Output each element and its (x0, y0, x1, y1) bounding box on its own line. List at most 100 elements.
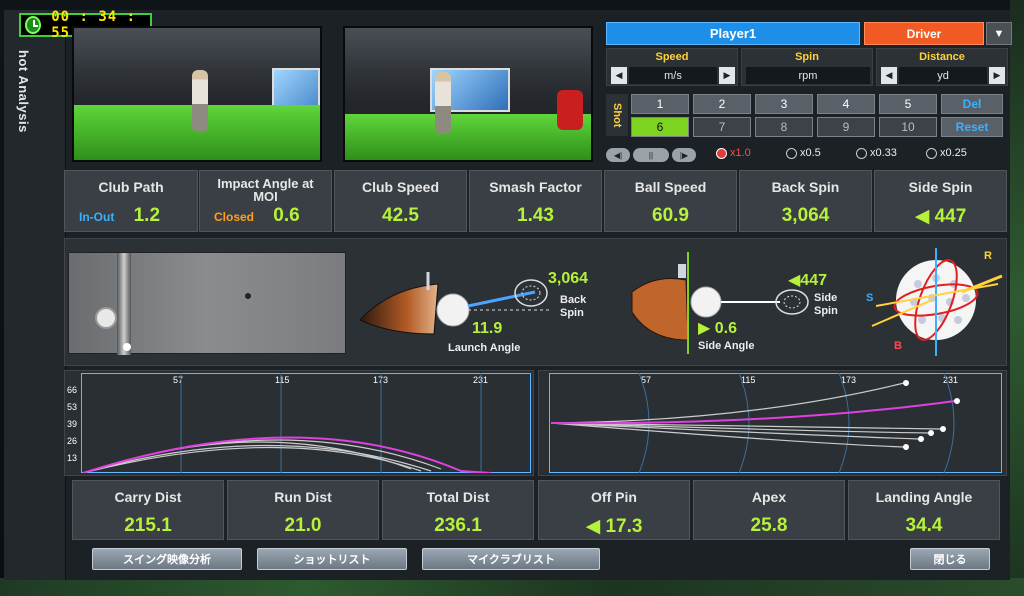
shot-label: Shot (606, 94, 628, 136)
stat-apex: Apex 25.8 (693, 480, 845, 540)
launch-angle-label: Launch Angle (448, 342, 521, 354)
stat-value: ◀ 447 (914, 206, 967, 227)
swing-video-rear[interactable] (343, 26, 593, 162)
speed-option-4[interactable]: x0.25 (926, 147, 967, 159)
stat-value: 1.2 (133, 205, 161, 226)
stat-label: Back Spin (771, 179, 840, 195)
spin-axis-ball-svg (871, 248, 1003, 356)
spin-unit-selector: Spin rpm (741, 48, 873, 86)
spin-axis-b-label: B (894, 340, 902, 352)
stat-carry-dist: Carry Dist 215.1 (72, 480, 224, 540)
shot-button-7[interactable]: 7 (693, 117, 751, 137)
distance-unit-label: Distance (919, 51, 965, 63)
distance-next-icon[interactable]: ▶ (989, 67, 1005, 84)
side-spin-label: Side Spin (814, 292, 838, 317)
playback-controls: ◀| || |▶ (606, 147, 696, 163)
stat-value: 60.9 (652, 205, 689, 226)
club-button[interactable]: Driver (864, 22, 984, 45)
side-trajectory-svg (82, 373, 492, 473)
speed-prev-icon[interactable]: ◀ (611, 67, 627, 84)
background-grass-right (1010, 0, 1024, 596)
side-y-tick: 39 (67, 419, 78, 429)
speed-option-2[interactable]: x0.5 (786, 147, 821, 159)
stat-label: Club Path (98, 179, 164, 195)
distance-unit-value: yd (899, 67, 987, 84)
stat-smash-factor: Smash Factor 1.43 (469, 170, 602, 232)
shot-button-6[interactable]: 6 (631, 117, 689, 137)
top-trajectory-svg (550, 373, 960, 473)
spin-axis-r-label: R (984, 250, 992, 262)
player-button[interactable]: Player1 (606, 22, 860, 45)
forward-icon[interactable]: |▶ (672, 148, 696, 162)
stat-label: Carry Dist (114, 489, 182, 505)
swing-video-side[interactable] (72, 26, 322, 162)
stat-club-path: Club Path In-Out 1.2 (64, 170, 198, 232)
close-button[interactable]: 閉じる (910, 548, 990, 570)
impact-back-spin-value: 3,064 (548, 270, 589, 287)
shot-button-3[interactable]: 3 (755, 94, 813, 114)
impact-angle-direction: Closed (214, 210, 255, 224)
side-trajectory-chart: 57 115 173 231 66 53 39 26 13 (64, 370, 534, 476)
club-dropdown-icon[interactable]: ▼ (986, 22, 1012, 45)
stat-total-dist: Total Dist 236.1 (382, 480, 534, 540)
shot-button-5[interactable]: 5 (879, 94, 937, 114)
shot-list-button[interactable]: ショットリスト (257, 548, 407, 570)
speed-unit-selector: Speed ◀ m/s ▶ (606, 48, 738, 86)
club-path-direction: In-Out (79, 210, 115, 224)
side-y-tick: 26 (67, 436, 78, 446)
my-club-list-button[interactable]: マイクラブリスト (422, 548, 600, 570)
stat-label: Side Spin (908, 179, 973, 195)
speed-option-1[interactable]: x1.0 (716, 147, 751, 159)
stat-value: 21.0 (284, 515, 322, 536)
shot-button-10[interactable]: 10 (879, 117, 937, 137)
rewind-icon[interactable]: ◀| (606, 148, 630, 162)
launch-angle-value: 11.9 (472, 320, 503, 337)
stat-label: Ball Speed (634, 179, 707, 195)
spin-axis-s-label: S (866, 292, 874, 304)
spin-axis-diagram: R S B (862, 244, 1004, 360)
speed-unit-value: m/s (629, 67, 717, 84)
shot-button-1[interactable]: 1 (631, 94, 689, 114)
top-trajectory-chart: 57 115 173 231 (538, 370, 1007, 476)
stat-value: 236.1 (434, 515, 482, 536)
distance-unit-selector: Distance ◀ yd ▶ (876, 48, 1008, 86)
radio-selected-icon (716, 147, 727, 159)
side-strip: hot Analysis (4, 10, 66, 580)
speed-unit-label: Speed (655, 51, 689, 63)
shot-button-2[interactable]: 2 (693, 94, 751, 114)
delete-button[interactable]: Del (941, 94, 1003, 114)
speed-next-icon[interactable]: ▶ (719, 67, 735, 84)
speed-option-3[interactable]: x0.33 (856, 147, 897, 159)
stat-value: 0.6 (273, 205, 300, 226)
stat-label: Total Dist (426, 489, 490, 505)
stat-label: Impact Angle at MOI (217, 176, 314, 204)
shot-button-4[interactable]: 4 (817, 94, 875, 114)
launch-angle-diagram: 3,064 Back Spin 11.9 Launch Angle (350, 242, 595, 360)
stat-club-speed: Club Speed 42.5 (334, 170, 467, 232)
stat-value: 3,064 (781, 205, 830, 226)
shot-button-8[interactable]: 8 (755, 117, 813, 137)
side-angle-label: Side Angle (698, 340, 755, 352)
spin-unit-label: Spin (795, 51, 819, 63)
radio-icon (786, 147, 797, 159)
speed-option-label: x0.33 (870, 147, 897, 159)
swing-video-analysis-button[interactable]: スイング映像分析 (92, 548, 242, 570)
stat-value: 34.4 (905, 515, 943, 536)
stat-label: Apex (751, 489, 787, 505)
stat-ball-speed: Ball Speed 60.9 (604, 170, 737, 232)
side-spin-value: ◀447 (788, 272, 827, 289)
speed-option-label: x1.0 (730, 147, 751, 159)
impact-camera-view (68, 252, 346, 355)
stat-label: Landing Angle (875, 489, 973, 505)
clock-icon (25, 16, 42, 34)
reset-button[interactable]: Reset (941, 117, 1003, 137)
stat-label: Off Pin (591, 489, 637, 505)
shot-button-9[interactable]: 9 (817, 117, 875, 137)
stat-off-pin: Off Pin ◀ 17.3 (538, 480, 690, 540)
side-y-tick: 53 (67, 402, 78, 412)
stat-landing-angle: Landing Angle 34.4 (848, 480, 1000, 540)
side-angle-diagram: ◀447 Side Spin ▶ 0.6 Side Angle (600, 242, 860, 360)
pause-icon[interactable]: || (633, 148, 669, 162)
spin-unit-value: rpm (746, 67, 870, 84)
distance-prev-icon[interactable]: ◀ (881, 67, 897, 84)
